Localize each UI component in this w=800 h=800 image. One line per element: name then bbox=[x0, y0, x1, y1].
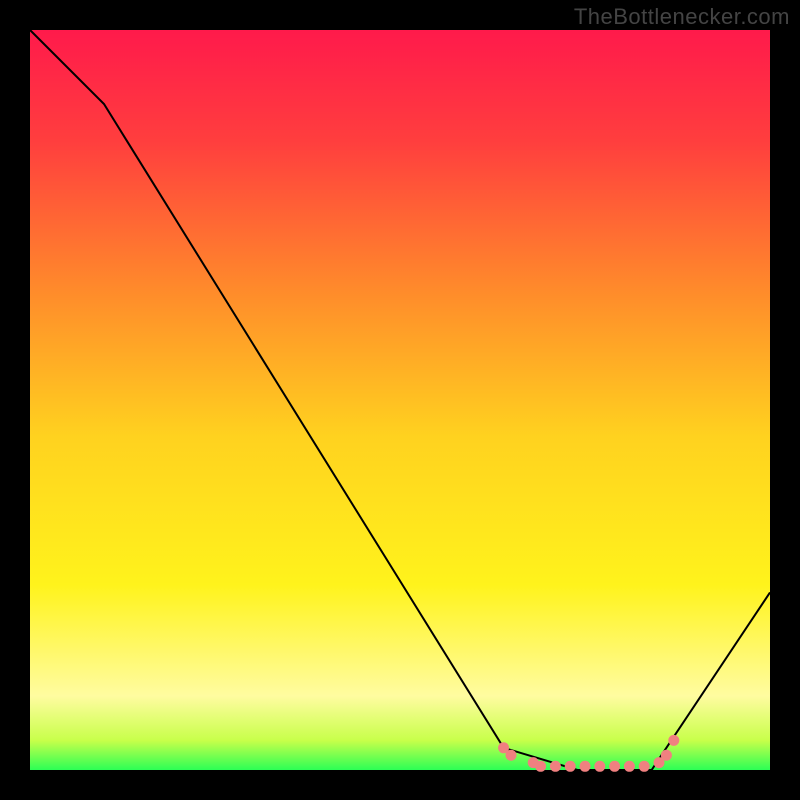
watermark-text: TheBottlenecker.com bbox=[574, 4, 790, 30]
dot bbox=[506, 750, 517, 761]
dot bbox=[624, 761, 635, 772]
dot bbox=[661, 750, 672, 761]
dot bbox=[565, 761, 576, 772]
dot bbox=[609, 761, 620, 772]
dot bbox=[639, 761, 650, 772]
dot bbox=[535, 761, 546, 772]
dot bbox=[668, 735, 679, 746]
dot bbox=[580, 761, 591, 772]
dot bbox=[594, 761, 605, 772]
dot bbox=[550, 761, 561, 772]
bottleneck-chart: TheBottlenecker.com bbox=[0, 0, 800, 800]
chart-background bbox=[30, 30, 770, 770]
chart-svg bbox=[0, 0, 800, 800]
